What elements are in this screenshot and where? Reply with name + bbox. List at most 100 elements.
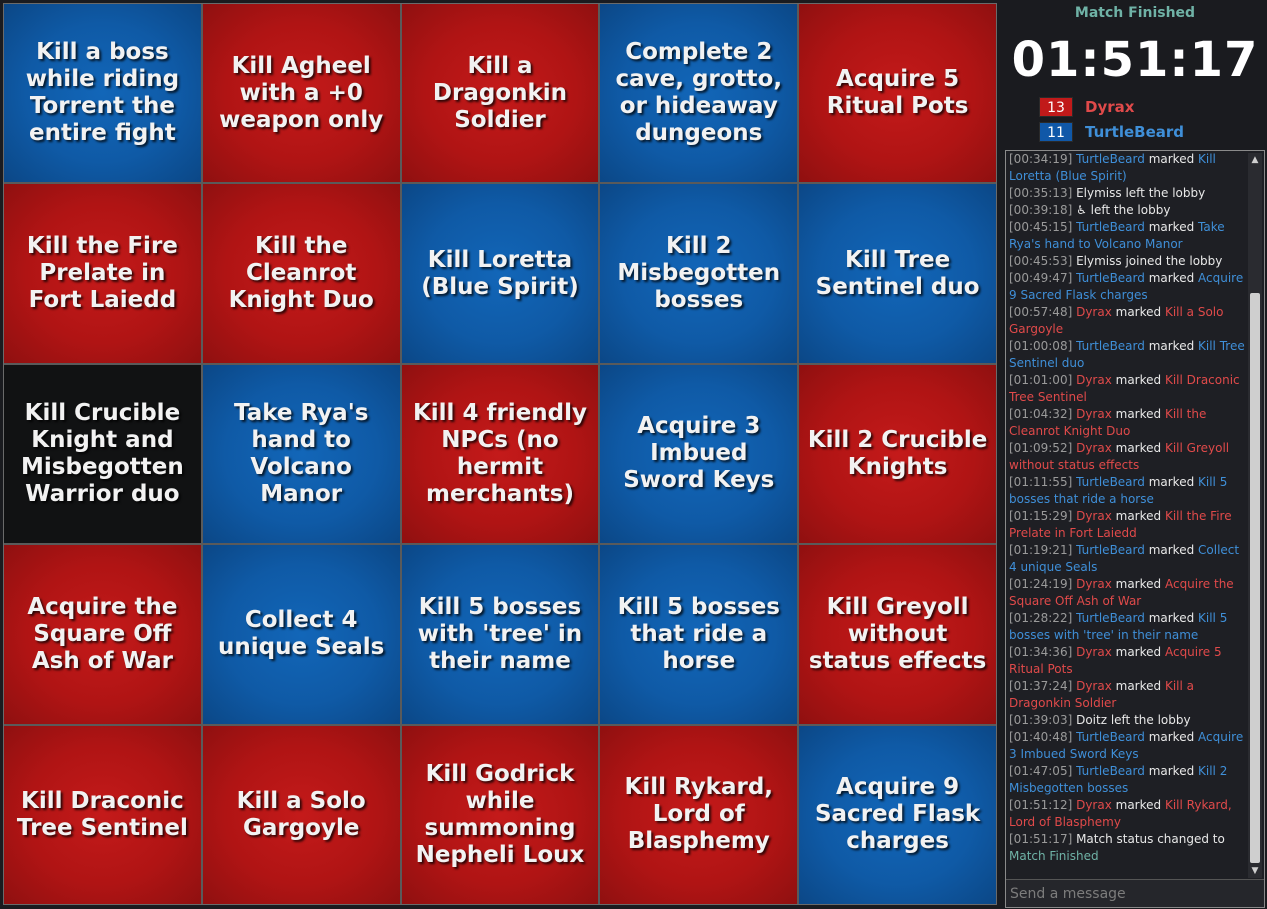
log-player-name: TurtleBeard [1076, 611, 1145, 625]
log-player-name: Dyrax [1076, 679, 1112, 693]
chat-log-entry: [01:11:55] TurtleBeard marked Kill 5 bos… [1009, 474, 1246, 508]
scroll-up-arrow-icon[interactable]: ▲ [1248, 153, 1262, 167]
log-player-name: TurtleBeard [1076, 543, 1145, 557]
chat-log-entry: [00:57:48] Dyrax marked Kill a Solo Garg… [1009, 304, 1246, 338]
log-timestamp: [01:09:52] [1009, 441, 1073, 455]
log-timestamp: [01:01:00] [1009, 373, 1073, 387]
chat-log-panel: [00:34:19] TurtleBeard marked Kill Loret… [1005, 150, 1265, 908]
log-player-name: Dyrax [1076, 798, 1112, 812]
log-timestamp: [01:40:48] [1009, 730, 1073, 744]
match-sidebar: Match Finished 01:51:17 13 Dyrax 11 Turt… [1003, 0, 1267, 909]
log-timestamp: [01:24:19] [1009, 577, 1073, 591]
board-cell[interactable]: Kill 4 friendly NPCs (no hermit merchant… [401, 364, 599, 544]
board-cell[interactable]: Collect 4 unique Seals [202, 545, 400, 724]
board-cell[interactable]: Kill Tree Sentinel duo [799, 184, 996, 363]
log-timestamp: [01:04:32] [1009, 407, 1073, 421]
log-timestamp: [00:45:53] [1009, 254, 1073, 268]
log-player-name: Dyrax [1076, 441, 1112, 455]
chat-scrollbar[interactable]: ▲ ▼ [1248, 153, 1262, 878]
log-text: marked [1144, 611, 1199, 625]
log-text: marked [1144, 475, 1199, 489]
board-cell[interactable]: Kill Godrick while summoning Nepheli Lou… [401, 725, 599, 904]
board-cell[interactable]: Acquire 5 Ritual Pots [799, 4, 996, 183]
scroll-thumb[interactable] [1250, 293, 1260, 863]
board-cell[interactable]: Acquire 3 Imbued Sword Keys [600, 364, 798, 544]
chat-log-entry: [01:04:32] Dyrax marked Kill the Cleanro… [1009, 406, 1246, 440]
log-text: marked [1144, 220, 1199, 234]
board-cell[interactable]: Take Rya's hand to Volcano Manor [202, 364, 400, 544]
chat-log-entry: [01:15:29] Dyrax marked Kill the Fire Pr… [1009, 508, 1246, 542]
match-status: Match Finished [1074, 5, 1196, 21]
team-score-badge: 11 [1039, 122, 1073, 142]
log-player-name: TurtleBeard [1076, 764, 1145, 778]
match-timer: 01:51:17 [1011, 32, 1259, 88]
log-player-name: Dyrax [1076, 645, 1112, 659]
board-cell[interactable]: Kill Agheel with a +0 weapon only [202, 4, 400, 183]
log-timestamp: [00:34:19] [1009, 152, 1073, 166]
log-timestamp: [00:39:18] [1009, 203, 1073, 217]
scroll-down-arrow-icon[interactable]: ▼ [1248, 864, 1262, 878]
log-text: marked [1111, 407, 1165, 421]
log-player-name: Dyrax [1076, 305, 1112, 319]
board-cell[interactable]: Kill Greyoll without status effects [799, 545, 996, 724]
log-timestamp: [01:15:29] [1009, 509, 1073, 523]
log-timestamp: [01:51:17] [1009, 832, 1073, 846]
board-cell[interactable]: Kill 2 Crucible Knights [799, 364, 996, 544]
log-timestamp: [01:28:22] [1009, 611, 1073, 625]
log-text: marked [1111, 679, 1165, 693]
log-text: marked [1144, 271, 1199, 285]
log-text: Match status changed to [1072, 832, 1225, 846]
board-cell[interactable]: Kill the Fire Prelate in Fort Laiedd [4, 184, 201, 363]
board-cell[interactable]: Kill a Dragonkin Soldier [401, 4, 599, 183]
chat-log-entry: [01:37:24] Dyrax marked Kill a Dragonkin… [1009, 678, 1246, 712]
log-timestamp: [01:47:05] [1009, 764, 1073, 778]
log-timestamp: [01:39:03] [1009, 713, 1073, 727]
log-text: marked [1144, 543, 1199, 557]
board-cell[interactable]: Kill 2 Misbegotten bosses [600, 184, 798, 363]
log-goal: Match Finished [1009, 849, 1099, 863]
chat-log-entry: [01:39:03] Doitz left the lobby [1009, 712, 1246, 729]
team-score-badge: 13 [1039, 97, 1073, 117]
chat-log-entry: [00:45:15] TurtleBeard marked Take Rya's… [1009, 219, 1246, 253]
board-cell[interactable]: Acquire 9 Sacred Flask charges [799, 725, 996, 904]
team-row-turtlebeard: 11 TurtleBeard [1039, 122, 1184, 142]
board-cell[interactable]: Kill 5 bosses with 'tree' in their name [401, 545, 599, 724]
board-cell[interactable]: Kill Loretta (Blue Spirit) [401, 184, 599, 363]
log-text: Elymiss left the lobby [1072, 186, 1206, 200]
log-text: marked [1144, 339, 1199, 353]
board-cell[interactable]: Kill 5 bosses that ride a horse [600, 545, 798, 724]
log-timestamp: [01:00:08] [1009, 339, 1073, 353]
chat-log-entry: [01:09:52] Dyrax marked Kill Greyoll wit… [1009, 440, 1246, 474]
log-timestamp: [01:19:21] [1009, 543, 1073, 557]
chat-log-entry: [01:51:12] Dyrax marked Kill Rykard, Lor… [1009, 797, 1246, 831]
team-name: Dyrax [1085, 98, 1135, 116]
chat-log-entry: [01:28:22] TurtleBeard marked Kill 5 bos… [1009, 610, 1246, 644]
log-text: marked [1111, 798, 1165, 812]
log-player-name: Dyrax [1076, 373, 1112, 387]
team-name: TurtleBeard [1085, 123, 1185, 141]
board-cell[interactable]: Kill Draconic Tree Sentinel [4, 725, 201, 904]
board-cell[interactable]: Acquire the Square Off Ash of War [4, 545, 201, 724]
board-cell[interactable]: Kill Rykard, Lord of Blasphemy [600, 725, 798, 904]
chat-log-entry: [00:39:18] ♿ left the lobby [1009, 202, 1246, 219]
chat-message-input[interactable] [1006, 879, 1264, 907]
board-cell[interactable]: Kill a boss while riding Torrent the ent… [4, 4, 201, 183]
log-player-name: Dyrax [1076, 407, 1112, 421]
chat-log-entry: [01:34:36] Dyrax marked Acquire 5 Ritual… [1009, 644, 1246, 678]
log-timestamp: [00:45:15] [1009, 220, 1073, 234]
chat-log-entry: [00:34:19] TurtleBeard marked Kill Loret… [1009, 151, 1246, 185]
log-text: Doitz left the lobby [1072, 713, 1191, 727]
chat-log[interactable]: [00:34:19] TurtleBeard marked Kill Loret… [1009, 151, 1246, 879]
board-cell[interactable]: Complete 2 cave, grotto, or hideaway dun… [600, 4, 798, 183]
log-player-name: Dyrax [1076, 509, 1112, 523]
log-timestamp: [01:51:12] [1009, 798, 1073, 812]
board-cell[interactable]: Kill Crucible Knight and Misbegotten War… [4, 364, 201, 544]
board-cell[interactable]: Kill a Solo Gargoyle [202, 725, 400, 904]
log-player-name: Dyrax [1076, 577, 1112, 591]
log-text: marked [1144, 730, 1199, 744]
log-timestamp: [01:37:24] [1009, 679, 1073, 693]
log-player-name: TurtleBeard [1076, 339, 1145, 353]
board-cell[interactable]: Kill the Cleanrot Knight Duo [202, 184, 400, 363]
chat-log-entry: [01:47:05] TurtleBeard marked Kill 2 Mis… [1009, 763, 1246, 797]
log-player-name: TurtleBeard [1076, 271, 1145, 285]
